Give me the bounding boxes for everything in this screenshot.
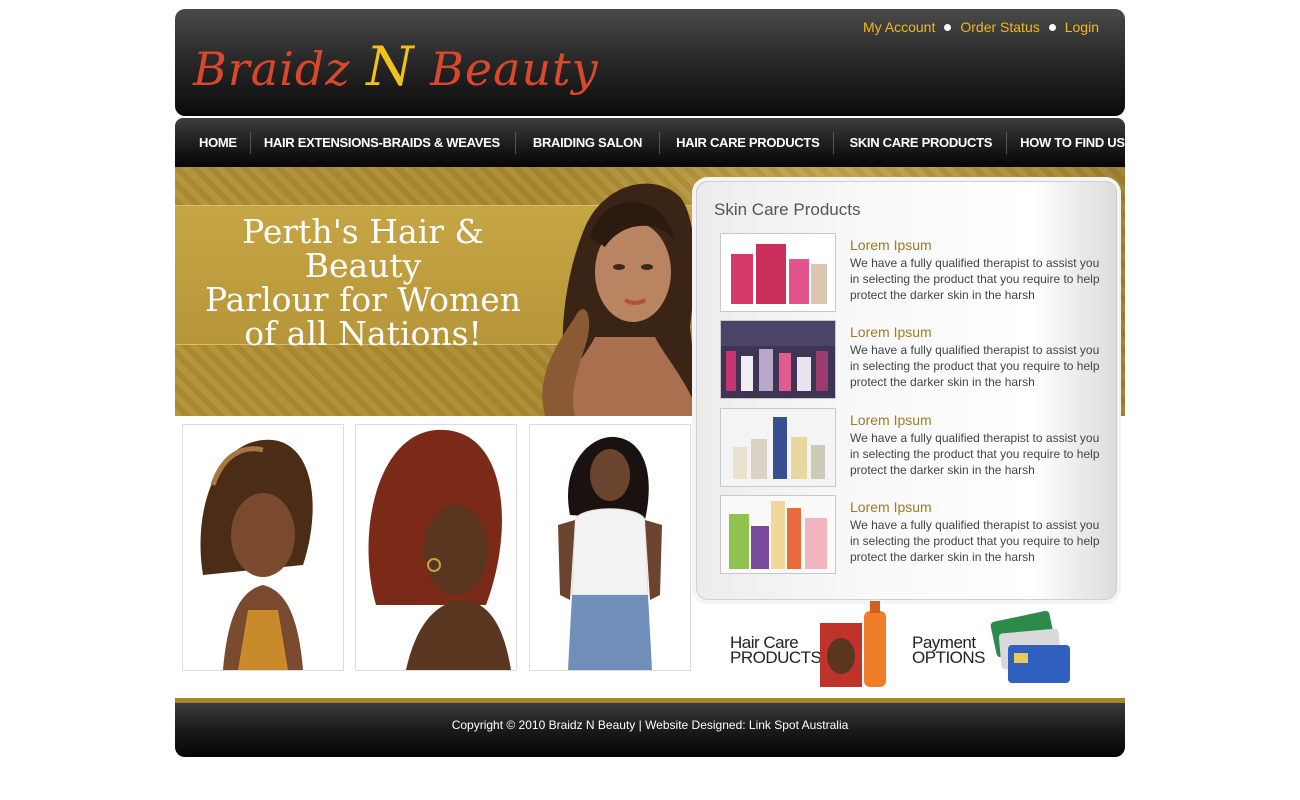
nav-item-how-to-find-us[interactable]: HOW TO FIND US...	[1007, 132, 1148, 154]
logo-text-beauty: Beauty	[414, 42, 599, 96]
product-item[interactable]: Lorem Ipsum We have a fully qualified th…	[720, 495, 1115, 574]
nav-item-skin-care-products[interactable]: SKIN CARE PRODUCTS	[834, 131, 1008, 154]
product-item[interactable]: Lorem Ipsum We have a fully qualified th…	[720, 408, 1115, 487]
promo-line-2: PRODUCTS	[730, 648, 822, 667]
product-description: We have a fully qualified therapist to a…	[850, 518, 1100, 564]
product-thumbnail[interactable]	[720, 408, 836, 487]
tagline-line-2: Parlour for Women	[204, 280, 522, 319]
order-status-link[interactable]: Order Status	[960, 19, 1039, 35]
nav-item-home[interactable]: HOME	[175, 131, 251, 154]
product-item[interactable]: Lorem Ipsum We have a fully qualified th…	[720, 320, 1115, 399]
credit-cards-icon	[990, 611, 1070, 683]
copyright-text: Copyright © 2010 Braidz N Beauty | Websi…	[451, 718, 849, 732]
product-description: We have a fully qualified therapist to a…	[850, 343, 1100, 389]
product-thumbnail[interactable]	[720, 233, 836, 312]
gallery-image	[530, 425, 690, 670]
login-link[interactable]: Login	[1065, 19, 1099, 35]
gallery-image	[183, 425, 343, 670]
product-title[interactable]: Lorem Ipsum	[850, 324, 932, 340]
payment-options-promo[interactable]: Payment OPTIONS	[912, 601, 1082, 696]
separator-dot	[1048, 23, 1056, 31]
product-title[interactable]: Lorem Ipsum	[850, 412, 932, 428]
product-title[interactable]: Lorem Ipsum	[850, 237, 932, 253]
hair-care-promo[interactable]: Hair Care PRODUCTS	[730, 601, 890, 696]
gallery-photo-red-hair[interactable]	[355, 424, 517, 671]
skin-care-panel: Skin Care Products Lorem Ipsum We have a…	[696, 181, 1117, 600]
product-thumbnail[interactable]	[720, 320, 836, 399]
promo-line-2: OPTIONS	[912, 648, 986, 667]
product-image	[721, 409, 835, 486]
product-description: We have a fully qualified therapist to a…	[850, 431, 1100, 477]
product-title[interactable]: Lorem Ipsum	[850, 499, 932, 515]
product-image	[721, 234, 835, 311]
product-thumbnail[interactable]	[720, 495, 836, 574]
gallery-photo-braids[interactable]	[182, 424, 344, 671]
gallery-photo-white-top[interactable]	[529, 424, 691, 671]
product-item[interactable]: Lorem Ipsum We have a fully qualified th…	[720, 233, 1115, 312]
logo-text-braidz: Braidz	[193, 42, 367, 96]
site-logo[interactable]: Braidz N Beauty	[193, 35, 599, 98]
nav-item-hair-care-products[interactable]: HAIR CARE PRODUCTS	[660, 131, 835, 154]
logo-text-n: N	[366, 35, 415, 98]
product-description: We have a fully qualified therapist to a…	[850, 256, 1100, 302]
payment-options-text: Payment OPTIONS	[912, 634, 986, 667]
tagline-line-1: Perth's Hair & Beauty	[242, 212, 484, 285]
my-account-link[interactable]: My Account	[863, 19, 935, 35]
nav-item-braiding-salon[interactable]: BRAIDING SALON	[516, 131, 661, 154]
hair-care-promo-text: Hair Care PRODUCTS	[730, 634, 822, 667]
skin-care-title: Skin Care Products	[714, 200, 861, 219]
separator-dot	[944, 23, 952, 31]
banner-model-image	[542, 183, 700, 416]
site-footer: Copyright © 2010 Braidz N Beauty | Websi…	[175, 698, 1125, 757]
nav-item-hair-extensions[interactable]: HAIR EXTENSIONS-BRAIDS & WEAVES	[251, 131, 516, 154]
main-nav: HOME HAIR EXTENSIONS-BRAIDS & WEAVES BRA…	[175, 118, 1135, 167]
site-header: Braidz N Beauty My Account Order Status …	[175, 9, 1125, 116]
product-image	[721, 321, 835, 398]
gallery-image	[356, 425, 516, 670]
product-image	[721, 496, 835, 573]
hair-care-product-image	[820, 601, 886, 687]
account-links: My Account Order Status Login	[863, 19, 1099, 35]
banner-tagline: Perth's Hair & Beauty Parlour for Women …	[193, 215, 533, 351]
tagline-line-3: of all Nations!	[244, 314, 482, 353]
